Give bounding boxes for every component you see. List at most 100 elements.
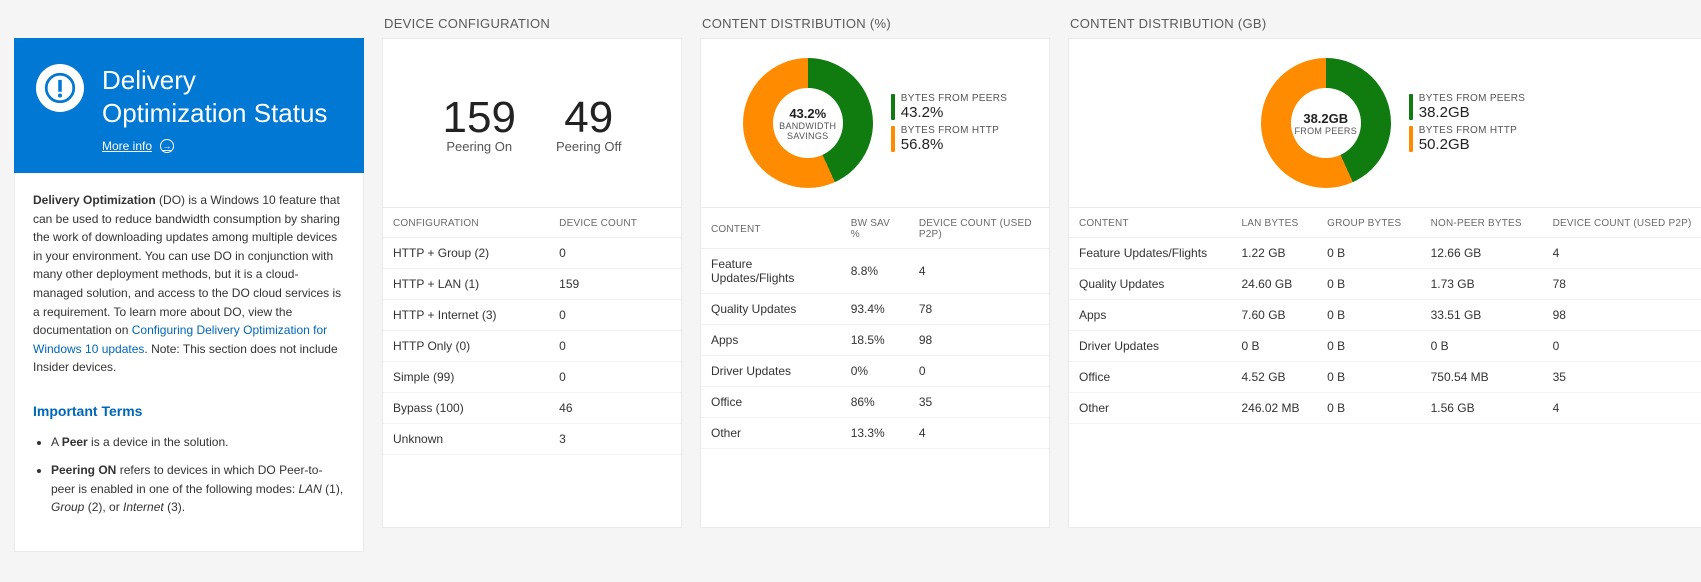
dist-pct-center-value: 43.2% bbox=[789, 106, 826, 121]
cell-count: 0 bbox=[549, 238, 681, 269]
legend-item: BYTES FROM HTTP56.8% bbox=[891, 125, 1007, 153]
cell-np: 12.66 GB bbox=[1421, 238, 1543, 269]
cell-np: 0 B bbox=[1421, 331, 1543, 362]
dist-gb-donut: 38.2GB FROM PEERS bbox=[1261, 58, 1391, 188]
cell-content: Feature Updates/Flights bbox=[1069, 238, 1232, 269]
col-device-count-p2p-gb[interactable]: DEVICE COUNT (USED P2P) bbox=[1543, 208, 1701, 238]
cell-lan: 7.60 GB bbox=[1232, 300, 1318, 331]
dashboard-grid: Delivery Optimization Status More info →… bbox=[14, 10, 1687, 552]
table-row[interactable]: Feature Updates/Flights1.22 GB0 B12.66 G… bbox=[1069, 238, 1701, 269]
cell-lan: 24.60 GB bbox=[1232, 269, 1318, 300]
col-bw-sav[interactable]: BW SAV % bbox=[841, 208, 909, 249]
dist-pct-summary: 43.2% BANDWIDTH SAVINGS BYTES FROM PEERS… bbox=[700, 38, 1050, 208]
legend-label: BYTES FROM PEERS bbox=[901, 93, 1007, 104]
table-row[interactable]: Office86%35 bbox=[701, 387, 1049, 418]
more-info-label: More info bbox=[102, 139, 152, 153]
cell-content: Apps bbox=[1069, 300, 1232, 331]
dist-gb-table: CONTENT LAN BYTES GROUP BYTES NON-PEER B… bbox=[1069, 208, 1701, 424]
cell-dc: 35 bbox=[909, 387, 1049, 418]
cell-content: Driver Updates bbox=[701, 356, 841, 387]
device-config-summary: 159 Peering On 49 Peering Off bbox=[382, 38, 682, 208]
legend-swatch bbox=[891, 94, 895, 120]
peering-off-block: 49 Peering Off bbox=[556, 93, 622, 154]
table-row[interactable]: Quality Updates24.60 GB0 B1.73 GB78 bbox=[1069, 269, 1701, 300]
legend-swatch bbox=[891, 126, 895, 152]
cell-dc: 4 bbox=[909, 418, 1049, 449]
cell-config: Unknown bbox=[383, 424, 549, 455]
info-card-body: Delivery Optimization (DO) is a Windows … bbox=[14, 173, 364, 552]
table-row[interactable]: Driver Updates0 B0 B0 B0 bbox=[1069, 331, 1701, 362]
legend-item: BYTES FROM PEERS43.2% bbox=[891, 93, 1007, 121]
cell-lan: 0 B bbox=[1232, 331, 1318, 362]
col-config[interactable]: CONFIGURATION bbox=[383, 208, 549, 238]
table-row[interactable]: Bypass (100)46 bbox=[383, 393, 681, 424]
table-row[interactable]: Other13.3%4 bbox=[701, 418, 1049, 449]
table-row[interactable]: HTTP + Internet (3)0 bbox=[383, 300, 681, 331]
dist-pct-donut: 43.2% BANDWIDTH SAVINGS bbox=[743, 58, 873, 188]
table-row[interactable]: Quality Updates93.4%78 bbox=[701, 294, 1049, 325]
cell-bw: 0% bbox=[841, 356, 909, 387]
col-device-count-p2p[interactable]: DEVICE COUNT (USED P2P) bbox=[909, 208, 1049, 249]
info-para-main: (DO) is a Windows 10 feature that can be… bbox=[33, 193, 341, 337]
term-mode-internet: Internet bbox=[123, 500, 164, 514]
dist-gb-summary: 38.2GB FROM PEERS BYTES FROM PEERS38.2GB… bbox=[1068, 38, 1701, 208]
cell-bw: 18.5% bbox=[841, 325, 909, 356]
legend-label: BYTES FROM HTTP bbox=[1419, 125, 1517, 136]
cell-dc: 4 bbox=[1543, 238, 1701, 269]
table-row[interactable]: Feature Updates/Flights8.8%4 bbox=[701, 249, 1049, 294]
col-device-count[interactable]: DEVICE COUNT bbox=[549, 208, 681, 238]
cell-grp: 0 B bbox=[1317, 300, 1420, 331]
cell-grp: 0 B bbox=[1317, 331, 1420, 362]
term-peering-bold: Peering ON bbox=[51, 463, 116, 477]
cell-np: 1.73 GB bbox=[1421, 269, 1543, 300]
term-peer-rest: is a device in the solution. bbox=[88, 435, 229, 449]
cell-count: 46 bbox=[549, 393, 681, 424]
device-config-title: DEVICE CONFIGURATION bbox=[382, 10, 682, 38]
cell-bw: 8.8% bbox=[841, 249, 909, 294]
cell-lan: 246.02 MB bbox=[1232, 393, 1318, 424]
device-config-panel: DEVICE CONFIGURATION 159 Peering On 49 P… bbox=[382, 10, 682, 528]
cell-config: Simple (99) bbox=[383, 362, 549, 393]
table-row[interactable]: Apps7.60 GB0 B33.51 GB98 bbox=[1069, 300, 1701, 331]
col-nonpeer-bytes[interactable]: NON-PEER BYTES bbox=[1421, 208, 1543, 238]
legend-item: BYTES FROM PEERS38.2GB bbox=[1409, 93, 1525, 121]
table-row[interactable]: Office4.52 GB0 B750.54 MB35 bbox=[1069, 362, 1701, 393]
cell-dc: 98 bbox=[1543, 300, 1701, 331]
cell-grp: 0 B bbox=[1317, 362, 1420, 393]
table-row[interactable]: HTTP + LAN (1)159 bbox=[383, 269, 681, 300]
cell-dc: 78 bbox=[909, 294, 1049, 325]
col-content[interactable]: CONTENT bbox=[701, 208, 841, 249]
cell-count: 159 bbox=[549, 269, 681, 300]
cell-grp: 0 B bbox=[1317, 269, 1420, 300]
col-lan-bytes[interactable]: LAN BYTES bbox=[1232, 208, 1318, 238]
cell-dc: 35 bbox=[1543, 362, 1701, 393]
table-row[interactable]: HTTP + Group (2)0 bbox=[383, 238, 681, 269]
cell-count: 0 bbox=[549, 331, 681, 362]
cell-content: Quality Updates bbox=[1069, 269, 1232, 300]
cell-count: 0 bbox=[549, 362, 681, 393]
table-row[interactable]: Simple (99)0 bbox=[383, 362, 681, 393]
info-card-header: Delivery Optimization Status More info → bbox=[14, 38, 364, 173]
table-row[interactable]: HTTP Only (0)0 bbox=[383, 331, 681, 362]
cell-content: Office bbox=[1069, 362, 1232, 393]
peering-on-block: 159 Peering On bbox=[443, 93, 516, 154]
cell-grp: 0 B bbox=[1317, 393, 1420, 424]
more-info-link[interactable]: More info → bbox=[102, 139, 174, 153]
table-row[interactable]: Unknown3 bbox=[383, 424, 681, 455]
cell-dc: 0 bbox=[909, 356, 1049, 387]
cell-config: HTTP + LAN (1) bbox=[383, 269, 549, 300]
dist-gb-legend: BYTES FROM PEERS38.2GB BYTES FROM HTTP50.… bbox=[1409, 89, 1525, 157]
table-row[interactable]: Driver Updates0%0 bbox=[701, 356, 1049, 387]
term-peer-bold: Peer bbox=[62, 435, 88, 449]
peering-off-label: Peering Off bbox=[556, 139, 622, 154]
cell-content: Other bbox=[1069, 393, 1232, 424]
arrow-right-icon: → bbox=[160, 139, 174, 153]
cell-config: HTTP + Group (2) bbox=[383, 238, 549, 269]
col-group-bytes[interactable]: GROUP BYTES bbox=[1317, 208, 1420, 238]
legend-item: BYTES FROM HTTP50.2GB bbox=[1409, 125, 1525, 153]
table-row[interactable]: Apps18.5%98 bbox=[701, 325, 1049, 356]
cell-dc: 98 bbox=[909, 325, 1049, 356]
col-content-gb[interactable]: CONTENT bbox=[1069, 208, 1232, 238]
table-row[interactable]: Other246.02 MB0 B1.56 GB4 bbox=[1069, 393, 1701, 424]
cell-np: 750.54 MB bbox=[1421, 362, 1543, 393]
